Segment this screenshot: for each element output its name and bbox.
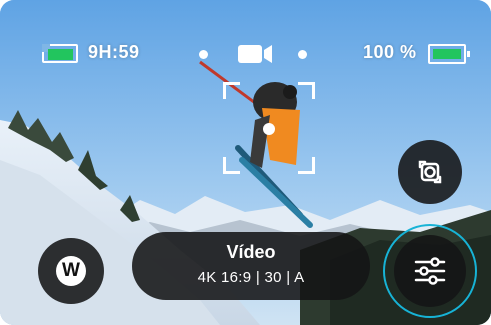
sd-card-fill [48,49,73,60]
battery-percent: 100 % [363,42,417,62]
lens-toggle-button[interactable] [398,140,462,204]
sd-card-icon [42,44,78,63]
battery-fill [433,49,461,59]
lens-cycle-icon [418,160,442,184]
mode-title: Vídeo [226,242,276,262]
camera-screen: 9H:59 100 % W Vídeo 4K 16:9 | 30 | A [0,0,491,325]
mode-selector[interactable]: Vídeo 4K 16:9 | 30 | A [132,232,370,300]
focus-corner [298,157,315,174]
focus-frame[interactable] [223,82,315,174]
settings-button[interactable] [394,235,466,307]
focus-center-dot [263,123,275,135]
mode-dot-right[interactable] [298,50,307,59]
mode-dot-left[interactable] [199,50,208,59]
remaining-time: 9H:59 [88,42,140,62]
focus-corner [223,157,240,174]
focus-corner [298,82,315,99]
mode-settings: 4K 16:9 | 30 | A [197,269,305,286]
widget-letter: W [56,256,86,286]
sliders-icon [414,257,446,285]
focus-corner [223,82,240,99]
widget-button[interactable]: W [38,238,104,304]
status-bar: 9H:59 100 % [0,38,491,68]
battery-icon [428,44,470,64]
video-mode-icon[interactable] [238,43,274,65]
